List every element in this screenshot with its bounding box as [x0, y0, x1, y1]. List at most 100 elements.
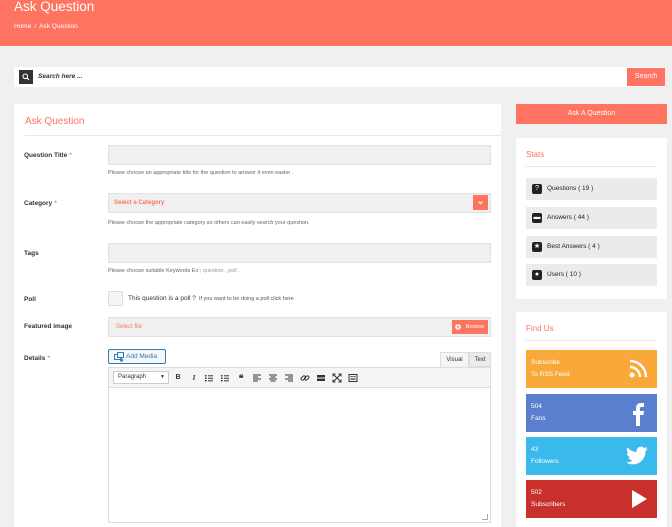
poll-text: This question is a poll ? If you want to … [128, 295, 297, 302]
poll-checkbox[interactable] [108, 291, 123, 306]
add-media-button[interactable]: Add Media [108, 349, 166, 364]
link-icon[interactable] [300, 373, 310, 383]
bullet-list-icon[interactable] [204, 373, 214, 383]
details-label-text: Details [24, 355, 46, 362]
tags-help: Please choose suitable Keywords Ex : que… [108, 268, 240, 274]
question-icon: ? [532, 184, 542, 194]
media-icon [114, 352, 124, 362]
page-title: Ask Question [14, 0, 95, 14]
editor-toolbar: Paragraph ▼ B I ❝ [109, 368, 490, 388]
twitter-link[interactable]: 43 Followers [526, 437, 657, 475]
required-marker: * [47, 355, 50, 362]
stats-divider [526, 166, 657, 167]
stat-best-answers-label: Best Answers ( 4 ) [547, 243, 600, 250]
select-file-text: Select file [116, 324, 143, 330]
ask-question-button[interactable]: Ask A Question [516, 104, 667, 124]
resize-handle[interactable] [482, 514, 488, 520]
facebook-label: Fans [531, 415, 546, 422]
read-more-icon[interactable] [316, 373, 326, 383]
search-button[interactable]: Search [627, 68, 665, 86]
category-label: Category * [24, 200, 57, 207]
stat-answers: ▬ Answers ( 44 ) [526, 207, 657, 229]
stat-questions-label: Questions ( 19 ) [547, 185, 594, 192]
category-select-value: Select a Category [114, 200, 165, 206]
breadcrumb-separator: / [34, 23, 37, 30]
rss-subscribe-link[interactable]: Subscribe To RSS Feed [526, 350, 657, 388]
details-label: Details * [24, 355, 50, 362]
tags-label: Tags [24, 250, 39, 257]
add-media-label: Add Media [126, 353, 158, 360]
twitter-count: 43 [531, 446, 539, 453]
upload-icon [455, 324, 461, 330]
caret-down-icon: ▼ [160, 374, 165, 380]
fullscreen-icon[interactable] [332, 373, 342, 383]
bold-icon[interactable]: B [173, 373, 183, 383]
breadcrumb-current: Ask Question [39, 23, 78, 30]
rss-line1: Subscribe [531, 359, 560, 366]
tags-input[interactable] [108, 243, 491, 263]
twitter-label: Followers [531, 458, 559, 465]
chevron-down-icon[interactable] [473, 195, 488, 210]
editor-content-area[interactable] [109, 389, 490, 522]
align-center-icon[interactable] [268, 373, 278, 383]
youtube-label: Subscribers [531, 501, 566, 508]
youtube-icon [632, 490, 647, 508]
question-title-help: Please choose an appropriate title for t… [108, 170, 294, 176]
comment-icon: ▬ [532, 213, 542, 223]
search-input[interactable]: Search here ... [38, 73, 82, 80]
stat-users-label: Users ( 10 ) [547, 271, 581, 278]
tab-text[interactable]: Text [469, 352, 491, 367]
stat-users: ● Users ( 10 ) [526, 264, 657, 286]
breadcrumb: Home / Ask Question [14, 23, 78, 30]
find-us-widget: Find Us Subscribe To RSS Feed 504 Fans 4… [516, 312, 667, 527]
category-label-text: Category [24, 200, 53, 207]
poll-hint-link[interactable]: If you want to be doing a poll click her… [199, 296, 297, 302]
browse-button[interactable]: Browse [452, 320, 488, 334]
category-help: Please choose the appropriate category s… [108, 220, 310, 226]
tags-help-example: question , poll . [202, 268, 240, 274]
tab-visual[interactable]: Visual [440, 352, 469, 367]
search-icon [19, 70, 33, 84]
featured-image-label: Featured image [24, 323, 73, 330]
find-us-divider [526, 340, 657, 341]
format-select[interactable]: Paragraph ▼ [113, 371, 169, 384]
category-select[interactable]: Select a Category [108, 193, 491, 213]
facebook-link[interactable]: 504 Fans [526, 394, 657, 432]
question-title-label-text: Question Title [24, 152, 68, 159]
featured-image-file-input[interactable]: Select file Browse [108, 317, 491, 337]
stat-best-answers: ★ Best Answers ( 4 ) [526, 236, 657, 258]
rss-line2: To RSS Feed [531, 371, 570, 378]
stats-heading: Stats [526, 150, 545, 159]
italic-icon[interactable]: I [189, 373, 199, 383]
browse-button-label: Browse [465, 324, 484, 330]
rss-icon [629, 359, 648, 378]
question-title-input[interactable] [108, 145, 491, 165]
youtube-link[interactable]: 502 Subscribers [526, 480, 657, 518]
facebook-count: 504 [531, 403, 542, 410]
required-marker: * [69, 152, 72, 159]
stats-widget: Stats ? Questions ( 19 ) ▬ Answers ( 44 ) … [516, 138, 667, 299]
align-right-icon[interactable] [284, 373, 294, 383]
find-us-heading: Find Us [526, 324, 554, 333]
question-title-label: Question Title * [24, 152, 72, 159]
form-heading-divider [25, 135, 501, 136]
poll-question-text: This question is a poll ? [128, 295, 196, 302]
required-marker: * [54, 200, 57, 207]
form-heading: Ask Question [25, 116, 85, 127]
search-bar: Search here ... Search [14, 67, 665, 87]
user-icon: ● [532, 270, 542, 280]
align-left-icon[interactable] [252, 373, 262, 383]
page-header: Ask Question Home / Ask Question [0, 0, 672, 46]
details-editor: Paragraph ▼ B I ❝ [108, 367, 491, 523]
toolbar-toggle-icon[interactable] [348, 373, 358, 383]
youtube-count: 502 [531, 489, 542, 496]
poll-label: Poll [24, 296, 36, 303]
format-select-value: Paragraph [118, 374, 147, 380]
breadcrumb-home-link[interactable]: Home [14, 23, 31, 30]
star-icon: ★ [532, 242, 542, 252]
facebook-icon [633, 403, 644, 426]
stat-answers-label: Answers ( 44 ) [547, 214, 589, 221]
numbered-list-icon[interactable] [220, 373, 230, 383]
tags-help-text: Please choose suitable Keywords Ex : [108, 268, 202, 274]
blockquote-icon[interactable]: ❝ [236, 373, 246, 383]
